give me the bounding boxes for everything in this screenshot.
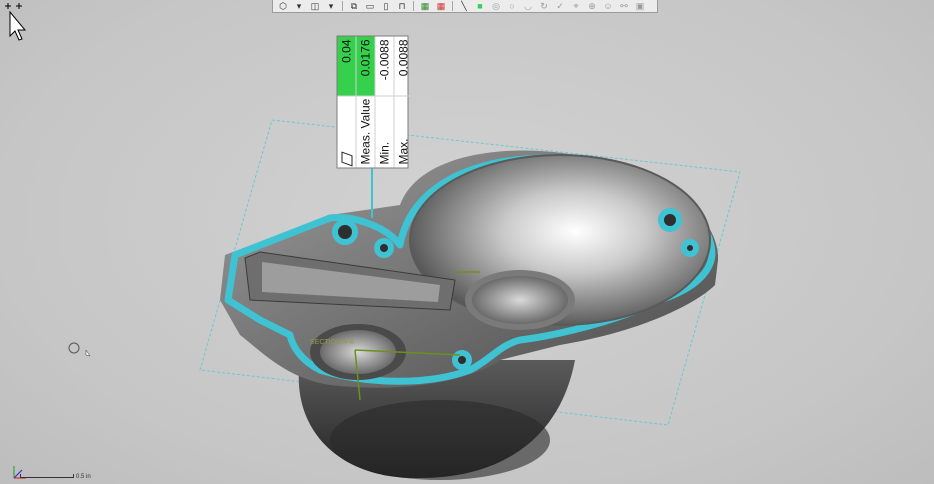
curve-icon[interactable]: ◡	[521, 1, 535, 12]
target-icon[interactable]: ◎	[489, 1, 503, 12]
scale-bar	[20, 474, 74, 478]
view-shaded-icon[interactable]: ⬡	[276, 1, 290, 12]
line-icon[interactable]: ╲	[457, 1, 471, 12]
measurement-label[interactable]: 0.04 Meas. Value 0.0176 Min. -0.0088 Max…	[336, 35, 413, 169]
view-iso-icon[interactable]: ▾	[324, 1, 338, 12]
meas-value: 0.0176	[356, 36, 375, 96]
person-icon[interactable]: ☺	[601, 1, 615, 12]
grid-color-icon[interactable]: ▦	[434, 1, 448, 12]
lock-icon[interactable]: ▣	[633, 1, 647, 12]
min-label: Min.	[375, 95, 394, 168]
view-box-icon[interactable]: ◫	[308, 1, 322, 12]
view-wire-icon[interactable]: ▾	[292, 1, 306, 12]
check-icon[interactable]: ✓	[553, 1, 567, 12]
flatness-icon	[341, 151, 353, 167]
grid-icon[interactable]: ▦	[418, 1, 432, 12]
rotate-icon[interactable]: ↻	[537, 1, 551, 12]
model-scene[interactable]	[0, 0, 934, 484]
tolerance-value: 0.04	[337, 36, 356, 96]
section-label: SECTION A-A	[310, 339, 355, 346]
measure-icon[interactable]: ⌖	[569, 1, 583, 12]
meas-value-label: Meas. Value	[356, 95, 375, 168]
3d-viewport[interactable]: SECTION A-A 0.04 Meas. Value 0.0176 Min.…	[0, 0, 934, 484]
view-top-icon[interactable]: ▭	[363, 1, 377, 12]
circle-icon[interactable]: ○	[505, 1, 519, 12]
max-value: 0.0088	[396, 39, 411, 77]
flatness-symbol	[337, 95, 356, 168]
view-front-icon[interactable]: ⧉	[347, 1, 361, 12]
scale-label: 0.5 in	[76, 474, 91, 480]
min-value: -0.0088	[377, 39, 392, 81]
zoom-icon[interactable]: ⊕	[585, 1, 599, 12]
part-icon[interactable]: ⊓	[395, 1, 409, 12]
view-toolbar: ⬡ ▾ ◫ ▾ ⧉ ▭ ▯ ⊓ ▦ ▦ ╲ ■ ◎ ○ ◡ ↻ ✓ ⌖ ⊕ ☺ …	[272, 0, 658, 13]
pivot-target-icon	[68, 342, 80, 354]
green-square-icon[interactable]: ■	[473, 1, 487, 12]
view-side-icon[interactable]: ▯	[379, 1, 393, 12]
max-label: Max.	[394, 95, 413, 168]
link-icon[interactable]: ⚯	[617, 1, 631, 12]
mouse-pointer-icon	[5, 3, 27, 41]
